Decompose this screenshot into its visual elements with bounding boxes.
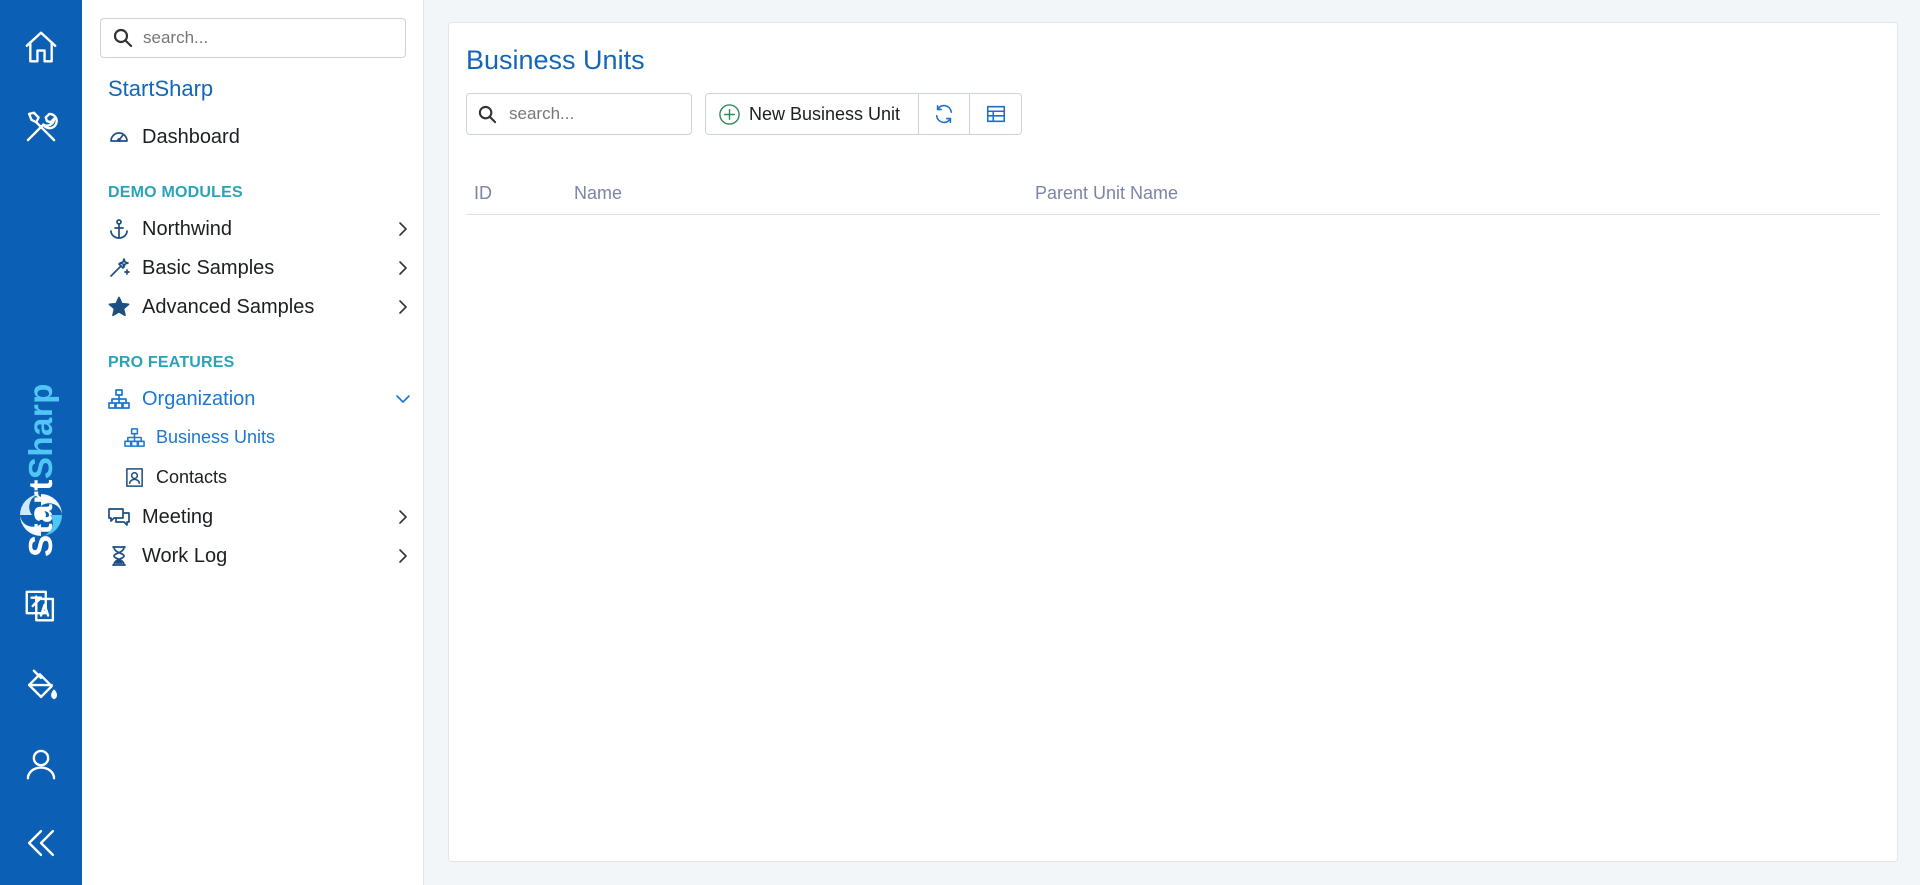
plus-circle-icon [719, 103, 740, 125]
star-icon [106, 294, 132, 320]
user-icon[interactable] [16, 739, 66, 789]
table-icon [986, 105, 1005, 123]
search-icon [478, 105, 497, 123]
sidebar-item-work-log[interactable]: Work Log [100, 538, 412, 574]
toolbar: New Business Unit [705, 93, 1022, 135]
anchor-icon [106, 216, 132, 242]
sidebar-item-label: Basic Samples [142, 256, 275, 279]
tools-icon[interactable] [16, 102, 66, 152]
sidebar-item-label: Dashboard [142, 125, 240, 148]
sidebar-item-label: Contacts [156, 466, 228, 487]
sidebar-title[interactable]: StartSharp [108, 76, 213, 102]
sidebar-item-contacts[interactable]: Contacts [118, 460, 412, 494]
paint-bucket-icon[interactable] [16, 660, 66, 710]
sidebar-item-label: Meeting [142, 505, 214, 528]
search-icon [113, 28, 133, 48]
sidebar-item-label: Business Units [156, 426, 276, 447]
chevron-right-icon [394, 508, 412, 526]
sidebar-item-northwind[interactable]: Northwind [100, 211, 412, 247]
hourglass-icon [106, 543, 132, 569]
collapse-icon[interactable] [16, 818, 66, 868]
sidebar: StartSharp Dashboard DEMO MODULES Northw… [82, 0, 424, 885]
sidebar-item-basic-samples[interactable]: Basic Samples [100, 250, 412, 286]
section-demo-modules: DEMO MODULES [108, 184, 243, 201]
refresh-button[interactable] [919, 94, 970, 134]
main-panel: Business Units New Business Unit ID Name… [448, 22, 1898, 862]
new-business-unit-button[interactable]: New Business Unit [706, 94, 919, 134]
chat-icon [106, 504, 132, 530]
grid-search-input[interactable] [509, 104, 689, 124]
sidebar-item-label: Organization [142, 387, 256, 410]
home-icon[interactable] [16, 22, 66, 72]
chevron-right-icon [394, 547, 412, 565]
org-chart-icon [106, 386, 132, 412]
sidebar-item-label: Work Log [142, 544, 228, 567]
sidebar-search-input[interactable] [143, 28, 393, 48]
contact-card-icon [122, 465, 146, 489]
brand-logo: StartSharp [0, 270, 82, 557]
page-title: Business Units [466, 45, 645, 75]
grid-header: ID Name Parent Unit Name [466, 171, 1880, 215]
sidebar-item-meeting[interactable]: Meeting [100, 499, 412, 535]
new-button-label: New Business Unit [749, 103, 901, 124]
column-picker-button[interactable] [970, 94, 1021, 134]
chevron-right-icon [394, 220, 412, 238]
column-header-name[interactable]: Name [574, 183, 622, 204]
grid-search[interactable] [466, 93, 692, 135]
translate-icon[interactable] [16, 581, 66, 631]
sidebar-item-advanced-samples[interactable]: Advanced Samples [100, 289, 412, 325]
chevron-right-icon [394, 259, 412, 277]
app-rail: StartSharp [0, 0, 82, 885]
brand-swirl-icon [20, 494, 62, 536]
sidebar-item-label: Advanced Samples [142, 295, 315, 318]
org-chart-icon [122, 425, 146, 449]
refresh-icon [935, 104, 953, 124]
section-pro-features: PRO FEATURES [108, 354, 235, 371]
sidebar-search[interactable] [100, 18, 406, 58]
gauge-icon [106, 124, 132, 150]
column-header-id[interactable]: ID [474, 183, 492, 204]
magic-wand-icon [106, 255, 132, 281]
chevron-down-icon [394, 390, 412, 408]
column-header-parent-unit-name[interactable]: Parent Unit Name [1035, 183, 1178, 204]
sidebar-item-dashboard[interactable]: Dashboard [100, 119, 412, 155]
sidebar-item-business-units[interactable]: Business Units [118, 420, 412, 454]
sidebar-item-label: Northwind [142, 217, 233, 240]
chevron-right-icon [394, 298, 412, 316]
sidebar-item-organization[interactable]: Organization [100, 381, 412, 417]
